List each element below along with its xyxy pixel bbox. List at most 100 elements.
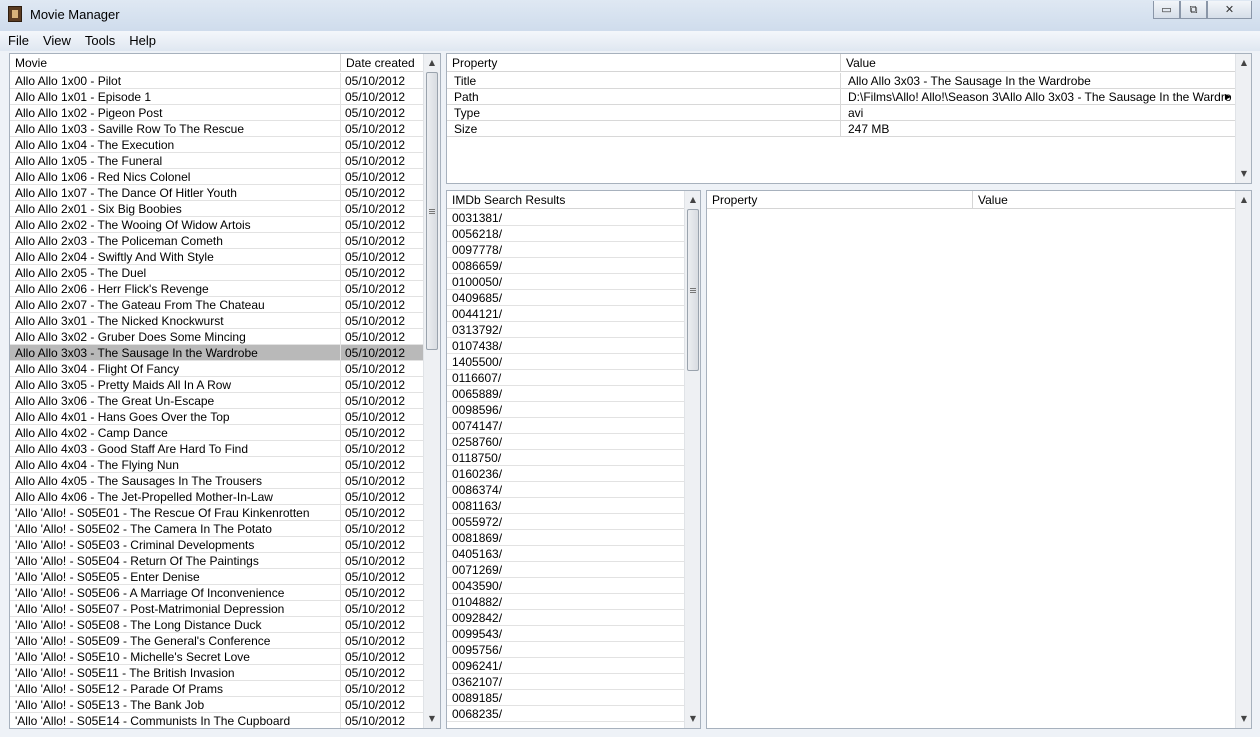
table-row[interactable]: Allo Allo 3x01 - The Nicked Knockwurst 05… bbox=[10, 313, 423, 329]
table-row[interactable]: 'Allo 'Allo! - S05E02 - The Camera In Th… bbox=[10, 521, 423, 537]
table-row[interactable]: Allo Allo 1x07 - The Dance Of Hitler You… bbox=[10, 185, 423, 201]
table-row[interactable]: Allo Allo 3x06 - The Great Un-Escape 05/1… bbox=[10, 393, 423, 409]
column-header-date-created[interactable]: Date created bbox=[340, 54, 424, 72]
list-item[interactable]: 0107438/ bbox=[447, 338, 684, 354]
table-row[interactable]: Title Allo Allo 3x03 - The Sausage In the… bbox=[447, 73, 1235, 89]
table-row[interactable]: 'Allo 'Allo! - S05E09 - The General's Co… bbox=[10, 633, 423, 649]
imdb-search-results-list[interactable]: IMDb Search Results 0031381/0056218/0097… bbox=[446, 190, 701, 729]
list-item[interactable]: 0081163/ bbox=[447, 498, 684, 514]
menu-tools[interactable]: Tools bbox=[79, 31, 121, 51]
list-item[interactable]: 0065889/ bbox=[447, 386, 684, 402]
menu-view[interactable]: View bbox=[37, 31, 77, 51]
scroll-thumb[interactable] bbox=[426, 72, 438, 350]
list-item[interactable]: 0089185/ bbox=[447, 690, 684, 706]
scroll-down-arrow-icon[interactable]: ▼ bbox=[1236, 711, 1251, 727]
table-row[interactable]: Allo Allo 4x06 - The Jet-Propelled Mothe… bbox=[10, 489, 423, 505]
list-item[interactable]: 0099543/ bbox=[447, 626, 684, 642]
table-row[interactable]: Allo Allo 4x03 - Good Staff Are Hard To … bbox=[10, 441, 423, 457]
list-item[interactable]: 0118750/ bbox=[447, 450, 684, 466]
list-item[interactable]: 0071269/ bbox=[447, 562, 684, 578]
column-header-property[interactable]: Property bbox=[707, 191, 972, 209]
scroll-down-arrow-icon[interactable]: ▼ bbox=[1236, 166, 1251, 182]
table-row[interactable]: Allo Allo 1x04 - The Execution 05/10/2012 bbox=[10, 137, 423, 153]
table-row[interactable]: Allo Allo 4x04 - The Flying Nun 05/10/201… bbox=[10, 457, 423, 473]
table-row[interactable]: 'Allo 'Allo! - S05E05 - Enter Denise 05/1… bbox=[10, 569, 423, 585]
table-row[interactable]: 'Allo 'Allo! - S05E08 - The Long Distanc… bbox=[10, 617, 423, 633]
table-row[interactable]: Allo Allo 3x05 - Pretty Maids All In A R… bbox=[10, 377, 423, 393]
table-row[interactable]: Allo Allo 1x06 - Red Nics Colonel 05/10/2… bbox=[10, 169, 423, 185]
file-properties-scrollbar[interactable]: ▲ ▼ bbox=[1235, 54, 1251, 183]
table-row[interactable]: Allo Allo 2x04 - Swiftly And With Style 0… bbox=[10, 249, 423, 265]
minimize-button[interactable]: ▭ bbox=[1153, 1, 1180, 19]
table-row[interactable]: 'Allo 'Allo! - S05E14 - Communists In Th… bbox=[10, 713, 423, 728]
movie-list-scrollbar[interactable]: ▲ ▼ bbox=[423, 54, 440, 728]
list-item[interactable]: 0095756/ bbox=[447, 642, 684, 658]
table-row[interactable]: Allo Allo 2x03 - The Policeman Cometh 05/… bbox=[10, 233, 423, 249]
list-item[interactable]: 1405500/ bbox=[447, 354, 684, 370]
table-row[interactable]: 'Allo 'Allo! - S05E10 - Michelle's Secre… bbox=[10, 649, 423, 665]
list-item[interactable]: 0031381/ bbox=[447, 210, 684, 226]
list-item[interactable]: 0100050/ bbox=[447, 274, 684, 290]
list-item[interactable]: 0055972/ bbox=[447, 514, 684, 530]
list-item[interactable]: 0086374/ bbox=[447, 482, 684, 498]
list-item[interactable]: 0056218/ bbox=[447, 226, 684, 242]
table-row[interactable]: Type avi bbox=[447, 105, 1235, 121]
scroll-up-arrow-icon[interactable]: ▲ bbox=[424, 55, 440, 71]
table-row[interactable]: Allo Allo 3x04 - Flight Of Fancy 05/10/20… bbox=[10, 361, 423, 377]
list-item[interactable]: 0409685/ bbox=[447, 290, 684, 306]
table-row[interactable]: Allo Allo 1x05 - The Funeral 05/10/2012 bbox=[10, 153, 423, 169]
scroll-up-arrow-icon[interactable]: ▲ bbox=[1236, 192, 1251, 208]
title-bar[interactable]: Movie Manager ▭ ⧉ ✕ bbox=[0, 0, 1260, 32]
list-item[interactable]: 0092842/ bbox=[447, 610, 684, 626]
table-row[interactable]: 'Allo 'Allo! - S05E13 - The Bank Job 05/1… bbox=[10, 697, 423, 713]
list-item[interactable]: 0313792/ bbox=[447, 322, 684, 338]
table-row[interactable]: Allo Allo 2x02 - The Wooing Of Widow Art… bbox=[10, 217, 423, 233]
menu-help[interactable]: Help bbox=[123, 31, 162, 51]
list-item[interactable]: 0362107/ bbox=[447, 674, 684, 690]
table-row[interactable]: Allo Allo 1x00 - Pilot 05/10/2012 bbox=[10, 73, 423, 89]
list-item[interactable]: 0258760/ bbox=[447, 434, 684, 450]
close-button[interactable]: ✕ bbox=[1207, 1, 1252, 19]
list-item[interactable]: 0044121/ bbox=[447, 306, 684, 322]
table-row[interactable]: Allo Allo 1x01 - Episode 1 05/10/2012 bbox=[10, 89, 423, 105]
scroll-up-arrow-icon[interactable]: ▲ bbox=[685, 192, 700, 208]
column-header-movie[interactable]: Movie bbox=[10, 54, 340, 72]
list-item[interactable]: 0160236/ bbox=[447, 466, 684, 482]
table-row[interactable]: 'Allo 'Allo! - S05E04 - Return Of The Pa… bbox=[10, 553, 423, 569]
scroll-up-arrow-icon[interactable]: ▲ bbox=[1236, 55, 1251, 71]
table-row[interactable]: Allo Allo 4x05 - The Sausages In The Tro… bbox=[10, 473, 423, 489]
column-header-property[interactable]: Property bbox=[447, 54, 840, 72]
table-row[interactable]: Allo Allo 4x02 - Camp Dance 05/10/2012 bbox=[10, 425, 423, 441]
scroll-down-arrow-icon[interactable]: ▼ bbox=[685, 711, 700, 727]
column-header-value[interactable]: Value bbox=[840, 54, 1235, 72]
list-item[interactable]: 0116607/ bbox=[447, 370, 684, 386]
table-row[interactable]: Allo Allo 4x01 - Hans Goes Over the Top 0… bbox=[10, 409, 423, 425]
table-row[interactable]: Allo Allo 2x05 - The Duel 05/10/2012 bbox=[10, 265, 423, 281]
table-row[interactable]: Allo Allo 2x06 - Herr Flick's Revenge 05/… bbox=[10, 281, 423, 297]
table-row[interactable]: Allo Allo 1x02 - Pigeon Post 05/10/2012 bbox=[10, 105, 423, 121]
table-row[interactable]: Size 247 MB bbox=[447, 121, 1235, 137]
table-row[interactable]: 'Allo 'Allo! - S05E06 - A Marriage Of In… bbox=[10, 585, 423, 601]
list-item[interactable]: 0096241/ bbox=[447, 658, 684, 674]
imdb-results-scrollbar[interactable]: ▲ ▼ bbox=[684, 191, 700, 728]
list-item[interactable]: 0081869/ bbox=[447, 530, 684, 546]
table-row[interactable]: 'Allo 'Allo! - S05E03 - Criminal Develop… bbox=[10, 537, 423, 553]
table-row[interactable]: Path D:\Films\Allo! Allo!\Season 3\Allo A… bbox=[447, 89, 1235, 105]
column-header-imdb-search-results[interactable]: IMDb Search Results bbox=[447, 191, 684, 209]
list-item[interactable]: 0104882/ bbox=[447, 594, 684, 610]
file-properties-list[interactable]: Property Value Title Allo Allo 3x03 - The… bbox=[446, 53, 1252, 184]
table-row[interactable]: 'Allo 'Allo! - S05E12 - Parade Of Prams 0… bbox=[10, 681, 423, 697]
table-row[interactable]: 'Allo 'Allo! - S05E07 - Post-Matrimonial… bbox=[10, 601, 423, 617]
list-item[interactable]: 0086659/ bbox=[447, 258, 684, 274]
table-row[interactable]: Allo Allo 3x03 - The Sausage In the Ward… bbox=[10, 345, 423, 361]
scroll-down-arrow-icon[interactable]: ▼ bbox=[424, 711, 440, 727]
list-item[interactable]: 0068235/ bbox=[447, 706, 684, 722]
table-row[interactable]: Allo Allo 3x02 - Gruber Does Some Mincin… bbox=[10, 329, 423, 345]
menu-file[interactable]: File bbox=[2, 31, 35, 51]
column-header-value[interactable]: Value bbox=[972, 191, 1235, 209]
maximize-button[interactable]: ⧉ bbox=[1180, 1, 1207, 19]
imdb-properties-scrollbar[interactable]: ▲ ▼ bbox=[1235, 191, 1251, 728]
table-row[interactable]: 'Allo 'Allo! - S05E11 - The British Inva… bbox=[10, 665, 423, 681]
list-item[interactable]: 0098596/ bbox=[447, 402, 684, 418]
table-row[interactable]: Allo Allo 2x07 - The Gateau From The Cha… bbox=[10, 297, 423, 313]
